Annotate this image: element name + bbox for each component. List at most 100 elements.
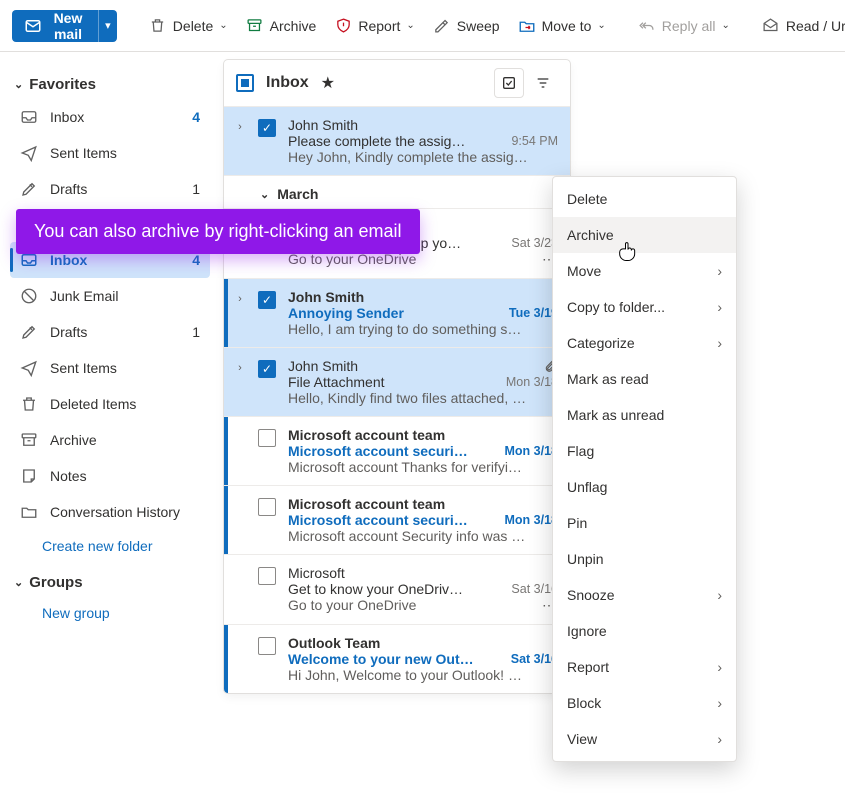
context-menu-item[interactable]: Report › — [553, 649, 736, 685]
month-header[interactable]: ⌄March — [224, 175, 570, 208]
date: Sat 3/16 — [511, 652, 558, 666]
message-checkbox[interactable] — [258, 637, 276, 655]
toolbar: New mail ▾ Delete ⌄ Archive Report ⌄ Swe… — [0, 0, 845, 52]
sweep-button[interactable]: Sweep — [425, 10, 508, 42]
reply-all-button[interactable]: Reply all ⌄ — [630, 10, 738, 42]
nav-item-label: Archive — [50, 432, 97, 448]
report-label: Report — [358, 18, 400, 34]
context-menu-item[interactable]: Move› — [553, 253, 736, 289]
create-folder-link[interactable]: Create new folder — [10, 530, 210, 562]
nav-inbox[interactable]: Inbox 4 — [10, 99, 210, 135]
nav-deleted[interactable]: Deleted Items — [10, 386, 210, 422]
nav-folder-drafts[interactable]: Drafts 1 — [10, 314, 210, 350]
reply-all-icon — [638, 17, 656, 35]
message-row[interactable]: Outlook TeamWelcome to your new Out…Sat … — [224, 624, 570, 693]
context-menu-item[interactable]: Unpin — [553, 541, 736, 577]
context-menu-item[interactable]: Snooze› — [553, 577, 736, 613]
chevron-down-icon: ⌄ — [14, 78, 23, 91]
date: 9:54 PM — [511, 134, 558, 148]
select-all-checkbox[interactable] — [236, 74, 254, 92]
context-menu-item[interactable]: Ignore — [553, 613, 736, 649]
nav-notes[interactable]: Notes — [10, 458, 210, 494]
star-icon[interactable]: ★ — [321, 73, 335, 93]
sender: Outlook Team — [288, 635, 380, 651]
read-unread-label: Read / Ur — [786, 18, 845, 34]
preview: Microsoft account Security info was … — [288, 528, 558, 544]
nav-item-label: Conversation History — [50, 504, 180, 520]
select-mode-button[interactable] — [494, 68, 524, 98]
sender: Microsoft — [288, 565, 345, 581]
send-icon — [20, 144, 38, 162]
message-checkbox[interactable]: ✓ — [258, 291, 276, 309]
message-checkbox[interactable]: ✓ — [258, 119, 276, 137]
context-item-label: Unpin — [567, 551, 604, 567]
subject: Get to know your OneDriv… — [288, 581, 503, 597]
context-menu-item[interactable]: Copy to folder...› — [553, 289, 736, 325]
message-row[interactable]: ›✓John SmithFile AttachmentMon 3/18Hello… — [224, 347, 570, 416]
message-row[interactable]: MicrosoftGet to know your OneDriv…Sat 3/… — [224, 554, 570, 624]
subject: File Attachment — [288, 374, 498, 390]
expand-chevron[interactable]: › — [232, 117, 248, 165]
archive-icon — [246, 17, 264, 35]
expand-chevron[interactable]: › — [232, 358, 248, 406]
groups-header[interactable]: ⌄ Groups — [10, 568, 210, 597]
move-to-button[interactable]: Move to ⌄ — [510, 10, 614, 42]
new-mail-button[interactable]: New mail — [12, 10, 98, 42]
message-checkbox[interactable]: ✓ — [258, 360, 276, 378]
context-menu-item[interactable]: Delete — [553, 181, 736, 217]
context-item-label: Unflag — [567, 479, 607, 495]
message-row[interactable]: Microsoft account teamMicrosoft account … — [224, 416, 570, 485]
nav-archive[interactable]: Archive — [10, 422, 210, 458]
message-checkbox[interactable] — [258, 567, 276, 585]
new-mail-dropdown[interactable]: ▾ — [98, 10, 117, 42]
context-item-label: Block — [567, 695, 601, 711]
folder-icon — [20, 503, 38, 521]
chevron-right-icon: › — [717, 659, 722, 675]
context-item-label: Mark as unread — [567, 407, 664, 423]
new-mail-label: New mail — [50, 10, 86, 42]
nav-junk[interactable]: Junk Email — [10, 278, 210, 314]
chevron-right-icon: › — [717, 695, 722, 711]
drafts-count: 1 — [192, 324, 200, 340]
date: Mon 3/18 — [505, 513, 559, 527]
send-icon — [20, 359, 38, 377]
nav-sent[interactable]: Sent Items — [10, 135, 210, 171]
context-item-label: Categorize — [567, 335, 635, 351]
context-item-label: Report — [567, 659, 609, 675]
chevron-right-icon: › — [717, 263, 722, 279]
context-menu-item[interactable]: Categorize› — [553, 325, 736, 361]
chevron-down-icon: ⌄ — [219, 20, 227, 31]
context-menu-item[interactable]: Mark as unread — [553, 397, 736, 433]
message-row[interactable]: ›✓John SmithPlease complete the assig…9:… — [224, 106, 570, 175]
expand-chevron[interactable]: › — [232, 289, 248, 337]
sender: John Smith — [288, 358, 358, 374]
nav-conversation-history[interactable]: Conversation History — [10, 494, 210, 530]
favorites-label: Favorites — [29, 76, 96, 93]
context-menu-item[interactable]: Mark as read — [553, 361, 736, 397]
nav-item-label: Junk Email — [50, 288, 118, 304]
message-checkbox[interactable] — [258, 429, 276, 447]
context-menu-item[interactable]: Block › — [553, 685, 736, 721]
new-group-link[interactable]: New group — [10, 597, 210, 629]
report-button[interactable]: Report ⌄ — [326, 10, 422, 42]
filter-button[interactable] — [528, 68, 558, 98]
context-menu-item[interactable]: Unflag — [553, 469, 736, 505]
message-checkbox[interactable] — [258, 498, 276, 516]
favorites-header[interactable]: ⌄ Favorites — [10, 70, 210, 99]
trash-icon — [149, 17, 167, 35]
preview: Hello, I am trying to do something s… — [288, 321, 558, 337]
delete-button[interactable]: Delete ⌄ — [141, 10, 236, 42]
nav-folder-sent[interactable]: Sent Items — [10, 350, 210, 386]
message-row[interactable]: ›✓John SmithAnnoying SenderTue 3/19Hello… — [224, 278, 570, 347]
archive-button[interactable]: Archive — [238, 10, 325, 42]
message-row[interactable]: Microsoft account teamMicrosoft account … — [224, 485, 570, 554]
context-menu-item[interactable]: Flag — [553, 433, 736, 469]
context-menu-item[interactable]: View› — [553, 721, 736, 757]
context-menu-item[interactable]: Archive — [553, 217, 736, 253]
read-unread-button[interactable]: Read / Ur — [754, 10, 845, 42]
inbox-icon — [20, 108, 38, 126]
nav-drafts[interactable]: Drafts 1 — [10, 171, 210, 207]
context-item-label: Mark as read — [567, 371, 649, 387]
month-label: March — [277, 186, 318, 202]
context-menu-item[interactable]: Pin — [553, 505, 736, 541]
